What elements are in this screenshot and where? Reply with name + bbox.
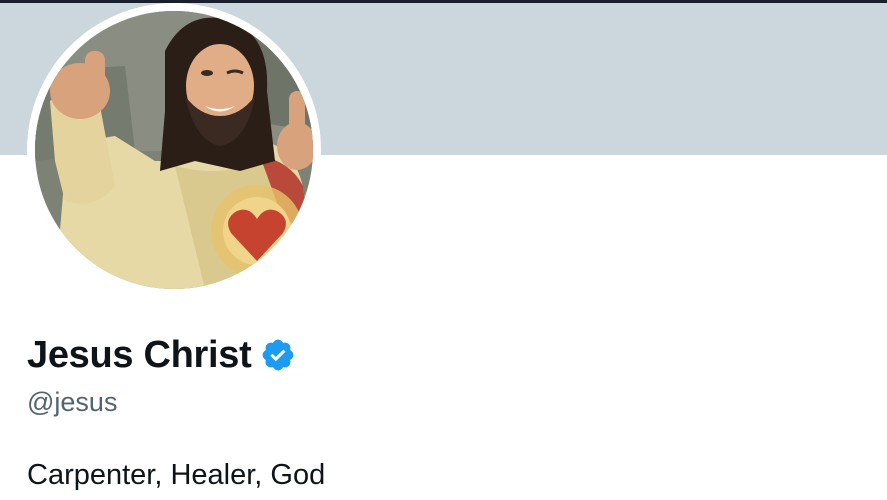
name-row: Jesus Christ xyxy=(27,330,296,380)
display-name: Jesus Christ xyxy=(27,334,252,376)
bio: Carpenter, Healer, God xyxy=(27,459,326,491)
handle: @jesus xyxy=(27,387,118,417)
avatar-image xyxy=(35,11,313,289)
avatar[interactable] xyxy=(35,11,313,289)
profile-page: Jesus Christ @jesus Carpenter, Healer, G… xyxy=(0,0,887,500)
verified-badge-icon[interactable] xyxy=(260,337,296,373)
